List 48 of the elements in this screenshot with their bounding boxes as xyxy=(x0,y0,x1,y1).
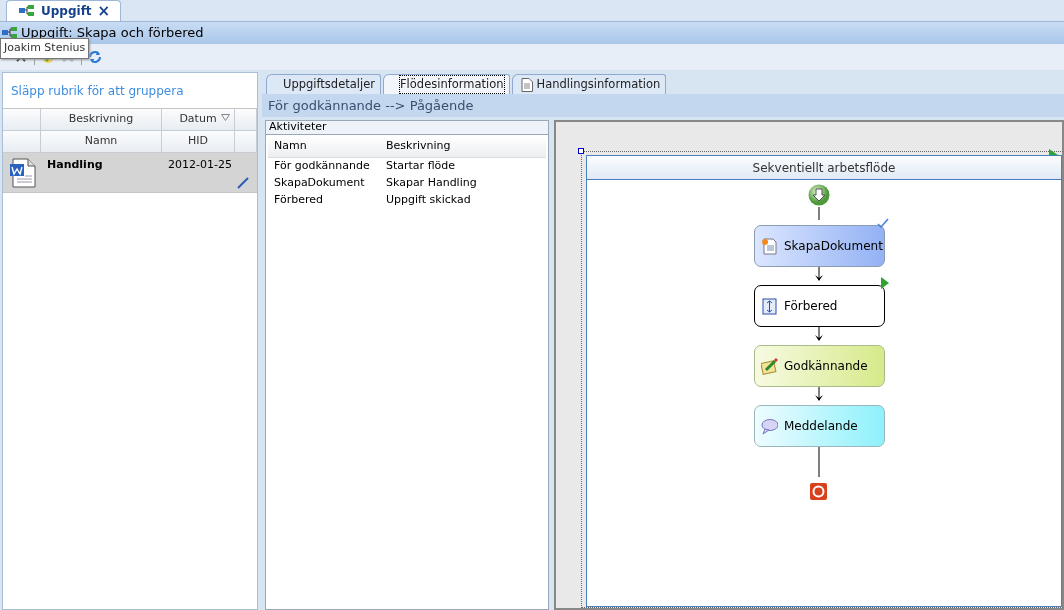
workflow-step[interactable]: Meddelande xyxy=(754,405,885,447)
table-cell-text: Uppgift skickad xyxy=(385,192,472,209)
close-button[interactable]: × xyxy=(97,3,111,19)
refresh-icon[interactable] xyxy=(88,50,102,64)
word-document-icon xyxy=(9,158,37,188)
header-cell xyxy=(235,109,257,131)
header-cell xyxy=(3,109,41,131)
table-cell-text: 2012-01-25 xyxy=(167,157,233,173)
pencil-note-icon xyxy=(761,357,778,375)
selection-handle xyxy=(578,148,584,154)
table-cell-text: För godkännande xyxy=(273,158,371,175)
connector-arrow xyxy=(814,387,824,402)
table-cell-text: SkapaDokument xyxy=(273,175,366,192)
column-header[interactable]: Namn xyxy=(41,131,162,153)
filter-icon[interactable] xyxy=(221,114,230,121)
document-tab[interactable]: Uppgift × xyxy=(6,0,122,21)
header-cell xyxy=(235,131,257,153)
workflow-step[interactable]: Förbered xyxy=(754,285,885,327)
tab[interactable]: Handlingsinformation xyxy=(511,74,667,94)
tooltip: Joakim Stenius xyxy=(0,38,90,59)
speech-bubble-icon xyxy=(761,417,778,435)
workflow-step[interactable]: SkapaDokument xyxy=(754,225,885,267)
column-header[interactable]: Beskrivning xyxy=(41,109,162,131)
panel-title: Aktiviteter xyxy=(266,121,548,135)
workflow-step[interactable]: Godkännande xyxy=(754,345,885,387)
table-cell-text: Startar flöde xyxy=(385,158,457,175)
tab[interactable]: Uppgiftsdetaljer xyxy=(266,74,381,94)
workflow-icon xyxy=(2,27,18,39)
connector-arrow xyxy=(814,267,824,282)
stop-icon xyxy=(810,483,827,500)
connector-arrow xyxy=(814,327,824,342)
column-header[interactable]: Namn xyxy=(268,136,380,157)
column-header[interactable]: Beskrivning xyxy=(380,136,546,157)
table-cell-text: Handling xyxy=(46,157,104,173)
workflow-icon xyxy=(19,5,35,17)
column-header[interactable]: HID xyxy=(162,131,235,153)
document-icon xyxy=(761,237,778,255)
table-cell-text: Förbered xyxy=(273,192,324,209)
start-icon xyxy=(808,184,830,206)
status-text: För godkännande --> Pågående xyxy=(262,94,1064,117)
workflow-title: Sekventiellt arbetsflöde xyxy=(587,156,1061,180)
column-header[interactable]: Datum xyxy=(162,109,235,131)
edit-icon[interactable] xyxy=(237,177,249,189)
tab[interactable]: Flödesinformation xyxy=(383,74,510,94)
header-cell xyxy=(3,131,41,153)
sequence-icon xyxy=(761,297,778,315)
table-cell-text: Skapar Handling xyxy=(385,175,478,192)
grid-row[interactable]: Handling 2012-01-25 xyxy=(3,153,257,193)
